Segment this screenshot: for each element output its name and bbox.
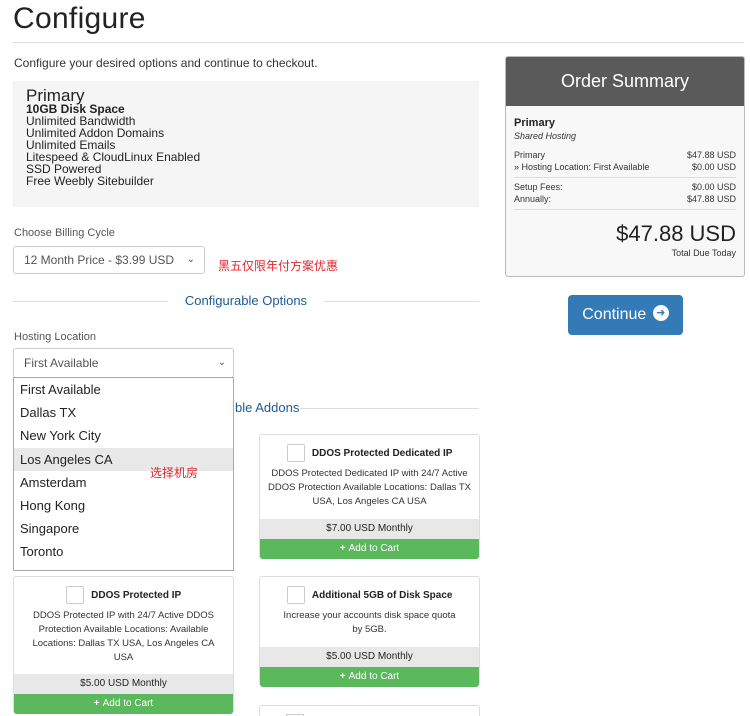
addon-header: DDOS Protected Dedicated IP xyxy=(260,435,479,467)
summary-line: » Hosting Location: First Available $0.0… xyxy=(514,161,736,173)
summary-fee-value: $0.00 USD xyxy=(691,182,736,192)
summary-product-group: Shared Hosting xyxy=(514,131,577,141)
summary-divider xyxy=(514,209,736,210)
dropdown-option-toronto[interactable]: Toronto xyxy=(14,540,233,563)
continue-button[interactable]: Continue ➜ xyxy=(568,295,683,335)
addon-name: Additional 5GB of Disk Space xyxy=(311,589,453,601)
summary-fee-value: $47.88 USD xyxy=(686,194,736,204)
product-info-box: Primary 10GB Disk Space Unlimited Bandwi… xyxy=(13,81,479,207)
order-summary-body: Primary Shared Hosting Primary $47.88 US… xyxy=(506,106,744,258)
continue-label: Continue xyxy=(582,306,647,323)
chevron-down-icon: ⌄ xyxy=(217,357,226,368)
add-to-cart-button[interactable]: + Add to Cart xyxy=(260,539,479,559)
arrow-right-icon: ➜ xyxy=(652,305,669,322)
dropdown-option-singapore[interactable]: Singapore xyxy=(14,517,233,540)
addon-checkbox[interactable] xyxy=(286,444,305,462)
plus-icon: + xyxy=(93,698,100,709)
addon-description: DDOS Protected IP with 24/7 Active DDOS … xyxy=(32,610,215,663)
summary-line-value: $47.88 USD xyxy=(686,150,736,160)
intro-text: Configure your desired options and conti… xyxy=(14,56,318,70)
hosting-location-value: First Available xyxy=(24,356,99,370)
billing-cycle-label: Choose Billing Cycle xyxy=(14,227,115,239)
addon-header: DDOS Protected IP xyxy=(14,577,233,609)
product-name: Primary xyxy=(26,86,85,105)
addon-name: DDOS Protected IP xyxy=(91,589,182,601)
plus-icon: + xyxy=(339,543,346,554)
dropdown-option-dallas[interactable]: Dallas TX xyxy=(14,401,233,424)
addon-card-partial xyxy=(259,705,480,716)
summary-fee-label: Annually: xyxy=(514,194,552,204)
summary-fee-line: Setup Fees: $0.00 USD xyxy=(514,181,736,193)
location-annotation: 选择机房 xyxy=(150,466,199,480)
add-to-cart-label: Add to Cart xyxy=(102,698,154,709)
page-title: Configure xyxy=(13,2,146,35)
addon-card: DDOS Protected Dedicated IP DDOS Protect… xyxy=(259,434,480,559)
heading-rule-right xyxy=(324,301,479,302)
addon-card: Additional 5GB of Disk Space Increase yo… xyxy=(259,576,480,687)
addon-card: DDOS Protected IP DDOS Protected IP with… xyxy=(13,576,234,714)
addon-description: DDOS Protected Dedicated IP with 24/7 Ac… xyxy=(268,468,471,507)
addon-price: $7.00 USD Monthly xyxy=(260,519,479,539)
add-to-cart-button[interactable]: + Add to Cart xyxy=(14,694,233,714)
addon-price: $5.00 USD Monthly xyxy=(260,647,479,667)
chevron-down-icon: ⌄ xyxy=(186,254,195,265)
promo-note: 黑五仅限年付方案优惠 xyxy=(218,259,339,273)
dropdown-option-hong-kong[interactable]: Hong Kong xyxy=(14,494,233,517)
add-to-cart-label: Add to Cart xyxy=(348,671,400,682)
dropdown-option-los-angeles[interactable]: Los Angeles CA xyxy=(14,447,233,471)
addon-header: Additional 5GB of Disk Space xyxy=(260,577,479,609)
summary-total: $47.88 USD xyxy=(616,221,736,246)
dropdown-option-amsterdam[interactable]: Amsterdam xyxy=(14,471,233,494)
addon-name: DDOS Protected Dedicated IP xyxy=(311,447,453,459)
order-summary-title: Order Summary xyxy=(506,57,744,106)
summary-line-label: » Hosting Location: First Available xyxy=(514,162,650,172)
product-feature: Free Weebly Sitebuilder xyxy=(26,174,154,188)
addon-checkbox[interactable] xyxy=(65,586,84,604)
summary-divider xyxy=(514,177,736,178)
dropdown-option-first-available[interactable]: First Available xyxy=(14,378,233,401)
summary-line-label: Primary xyxy=(514,150,545,160)
add-to-cart-label: Add to Cart xyxy=(348,543,400,554)
addon-checkbox[interactable] xyxy=(286,586,305,604)
summary-line: Primary $47.88 USD xyxy=(514,149,736,161)
heading-rule-right xyxy=(300,408,479,409)
hosting-location-label: Hosting Location xyxy=(14,331,96,343)
summary-fee-line: Annually: $47.88 USD xyxy=(514,193,736,205)
summary-total-label: Total Due Today xyxy=(671,248,736,258)
summary-fee-label: Setup Fees: xyxy=(514,182,563,192)
plus-icon: + xyxy=(339,671,346,682)
addon-price: $5.00 USD Monthly xyxy=(14,674,233,694)
add-to-cart-button[interactable]: + Add to Cart xyxy=(260,667,479,687)
hosting-location-select[interactable]: First Available ⌄ xyxy=(13,348,234,378)
order-summary: Order Summary Primary Shared Hosting Pri… xyxy=(505,56,745,277)
billing-cycle-select[interactable]: 12 Month Price - $3.99 USD ⌄ xyxy=(13,246,205,274)
configurable-options-heading: Configurable Options xyxy=(13,293,479,311)
title-divider xyxy=(13,42,744,43)
billing-cycle-value: 12 Month Price - $3.99 USD xyxy=(24,253,175,267)
addon-description: Increase your accounts disk space quota … xyxy=(283,610,456,635)
hosting-location-dropdown[interactable]: First Available Dallas TX New York City … xyxy=(13,377,234,571)
summary-product-name: Primary xyxy=(514,117,555,129)
summary-line-value: $0.00 USD xyxy=(691,162,736,172)
dropdown-option-new-york[interactable]: New York City xyxy=(14,424,233,447)
